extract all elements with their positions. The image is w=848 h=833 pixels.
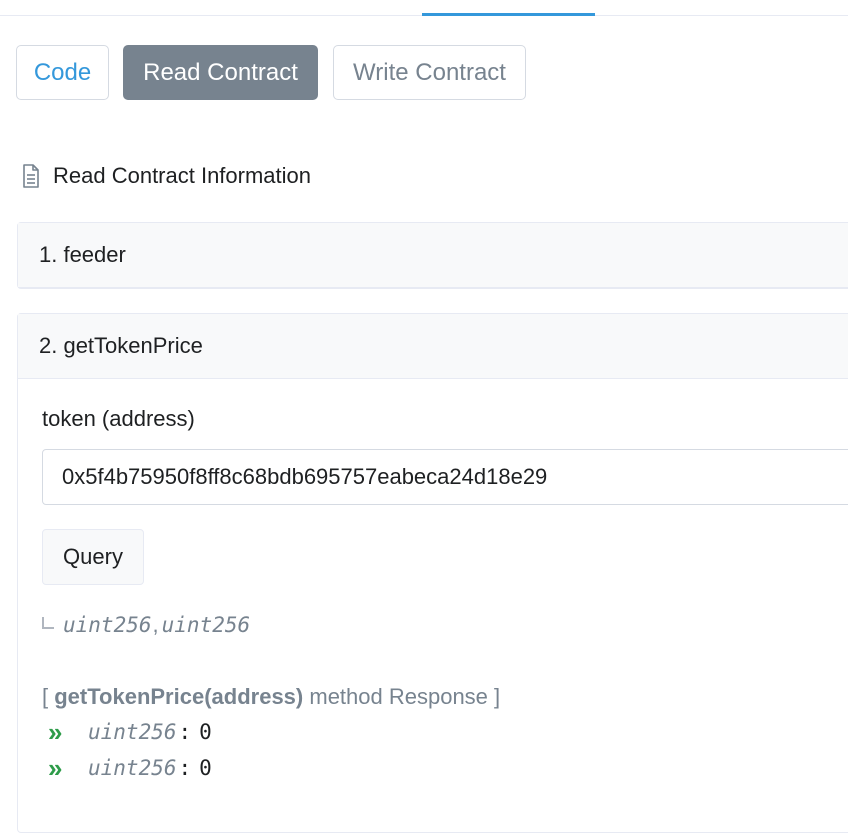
double-chevron-icon: » bbox=[48, 717, 63, 747]
response-method: getTokenPrice(address) bbox=[54, 684, 304, 709]
function-header-gettokenprice[interactable]: 2. getTokenPrice bbox=[18, 314, 848, 379]
return-separator: , bbox=[152, 612, 159, 637]
document-icon bbox=[23, 164, 39, 188]
function-header-feeder[interactable]: 1. feeder bbox=[18, 223, 848, 288]
result-colon: : bbox=[178, 756, 192, 780]
result-value: 0 bbox=[199, 720, 212, 744]
section-title: Read Contract Information bbox=[53, 163, 312, 188]
function-card-feeder: 1. feeder bbox=[17, 222, 848, 289]
result-colon: : bbox=[178, 720, 192, 744]
response-open: [ bbox=[42, 684, 55, 709]
token-address-input[interactable]: 0x5f4b75950f8ff8c68bdb695757eabeca24d18e… bbox=[42, 449, 848, 505]
result-type: uint256 bbox=[88, 720, 177, 744]
result-row: » uint256 : 0 bbox=[48, 719, 212, 745]
active-tab-indicator bbox=[422, 13, 595, 16]
return-type: uint256 bbox=[63, 613, 152, 637]
tab-code[interactable]: Code bbox=[16, 45, 109, 100]
tab-read-contract[interactable]: Read Contract bbox=[123, 45, 318, 100]
query-button[interactable]: Query bbox=[42, 529, 144, 585]
return-types: uint256 , uint256 bbox=[42, 612, 250, 638]
param-label: token (address) bbox=[42, 406, 195, 431]
result-row: » uint256 : 0 bbox=[48, 755, 212, 781]
response-heading: [ getTokenPrice(address) method Response… bbox=[42, 684, 500, 710]
section-heading: Read Contract Information bbox=[22, 162, 311, 190]
double-chevron-icon: » bbox=[48, 753, 63, 783]
result-type: uint256 bbox=[88, 756, 177, 780]
return-type: uint256 bbox=[161, 613, 251, 637]
result-value: 0 bbox=[199, 756, 212, 780]
tab-write-contract[interactable]: Write Contract bbox=[333, 45, 526, 100]
return-corner-icon bbox=[42, 617, 54, 629]
response-text: method Response ] bbox=[303, 684, 501, 709]
